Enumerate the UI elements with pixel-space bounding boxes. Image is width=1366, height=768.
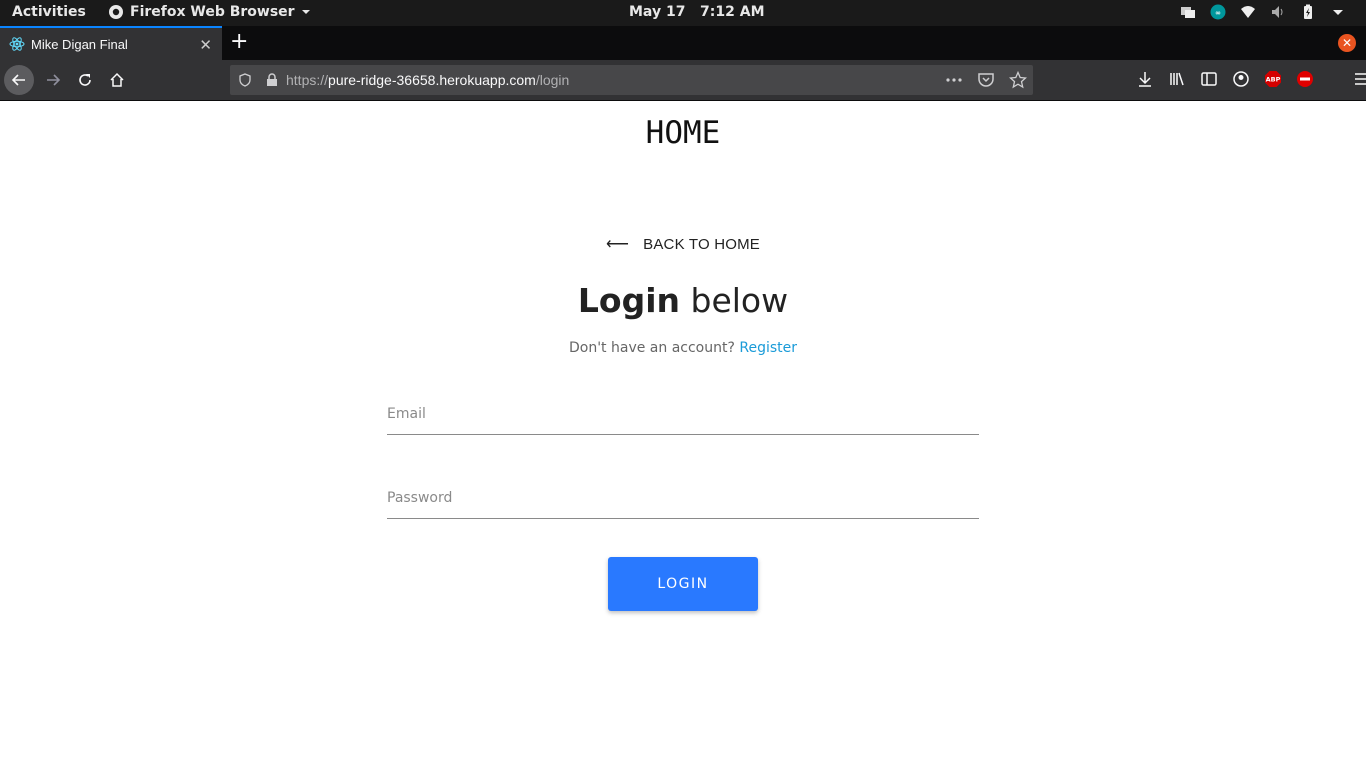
download-icon[interactable]	[1136, 70, 1154, 88]
navigation-toolbar: https://pure-ridge-36658.herokuapp.com/l…	[0, 60, 1366, 101]
chevron-down-icon	[301, 10, 310, 14]
firefox-icon	[109, 5, 123, 19]
register-prompt-text: Don't have an account?	[568, 340, 735, 356]
email-field[interactable]	[387, 395, 979, 435]
arduino-icon: ∞	[1210, 4, 1226, 20]
more-icon[interactable]	[945, 71, 963, 89]
app-menu[interactable]: Firefox Web Browser	[108, 4, 311, 20]
system-tray[interactable]: ∞	[1180, 4, 1346, 20]
menu-icon[interactable]	[1352, 70, 1366, 88]
tab-active[interactable]: Mike Digan Final ✕	[0, 26, 222, 60]
new-tab-button[interactable]: +	[230, 30, 248, 54]
url-host: pure-ridge-36658.herokuapp.com	[328, 72, 536, 88]
pocket-icon[interactable]	[977, 71, 995, 89]
url-prefix: https://	[286, 72, 329, 88]
back-button[interactable]	[4, 65, 34, 95]
tab-title: Mike Digan Final	[31, 36, 128, 52]
adblock-icon[interactable]: ABP	[1264, 70, 1282, 88]
account-icon[interactable]	[1232, 70, 1250, 88]
home-button[interactable]	[102, 65, 132, 95]
bookmark-star-icon[interactable]	[1009, 71, 1027, 89]
address-bar[interactable]: https://pure-ridge-36658.herokuapp.com/l…	[230, 65, 1033, 95]
register-link[interactable]: Register	[739, 340, 797, 356]
back-to-home-label: BACK TO HOME	[643, 236, 760, 253]
react-favicon-icon	[9, 37, 25, 51]
url-text[interactable]: https://pure-ridge-36658.herokuapp.com/l…	[286, 72, 569, 88]
battery-icon	[1304, 4, 1312, 19]
login-button[interactable]: LOGIN	[608, 557, 758, 611]
page-title-bold: Login	[577, 281, 681, 320]
svg-text:∞: ∞	[1215, 9, 1221, 17]
register-prompt: Don't have an account? Register	[0, 340, 1366, 356]
wifi-icon	[1241, 6, 1255, 18]
address-bar-actions	[945, 71, 1027, 89]
site-home-link[interactable]: HOME	[0, 115, 1366, 151]
library-icon[interactable]	[1168, 70, 1186, 88]
arrow-left-icon: ⟵	[605, 236, 630, 253]
lock-icon[interactable]	[266, 73, 278, 87]
tab-close-icon[interactable]: ✕	[199, 36, 212, 54]
sidebar-icon[interactable]	[1200, 70, 1218, 88]
forward-icon	[47, 74, 61, 86]
screens-icon	[1181, 7, 1195, 18]
email-input[interactable]	[387, 406, 979, 422]
reload-icon	[79, 74, 91, 86]
page-title-rest: below	[680, 281, 789, 320]
window-close-button[interactable]: ✕	[1338, 34, 1356, 52]
toolbar-right: ABP	[1136, 70, 1366, 88]
system-top-bar: Activities Firefox Web Browser May 17 7:…	[0, 0, 1366, 26]
chevron-down-icon	[1333, 10, 1343, 15]
clock[interactable]: May 17 7:12 AM	[629, 4, 765, 20]
activities-button[interactable]: Activities	[12, 4, 86, 20]
app-menu-label: Firefox Web Browser	[130, 4, 295, 20]
adblock-label: ABP	[1266, 76, 1281, 84]
back-icon	[11, 74, 25, 86]
home-icon	[110, 72, 124, 87]
tab-strip: Mike Digan Final ✕ + ✕	[0, 26, 1366, 60]
url-path: /login	[535, 72, 570, 88]
volume-icon	[1272, 6, 1283, 18]
page-content: HOME ⟵ BACK TO HOME Login below Don't hav…	[0, 101, 1366, 768]
page-title: Login below	[0, 281, 1366, 320]
password-field[interactable]	[387, 479, 979, 519]
blocker-icon[interactable]	[1296, 70, 1314, 88]
reload-button[interactable]	[70, 65, 100, 95]
password-input[interactable]	[387, 490, 979, 506]
forward-button[interactable]	[38, 65, 68, 95]
back-to-home-link[interactable]: ⟵ BACK TO HOME	[0, 234, 1366, 254]
shield-icon[interactable]	[238, 73, 252, 87]
